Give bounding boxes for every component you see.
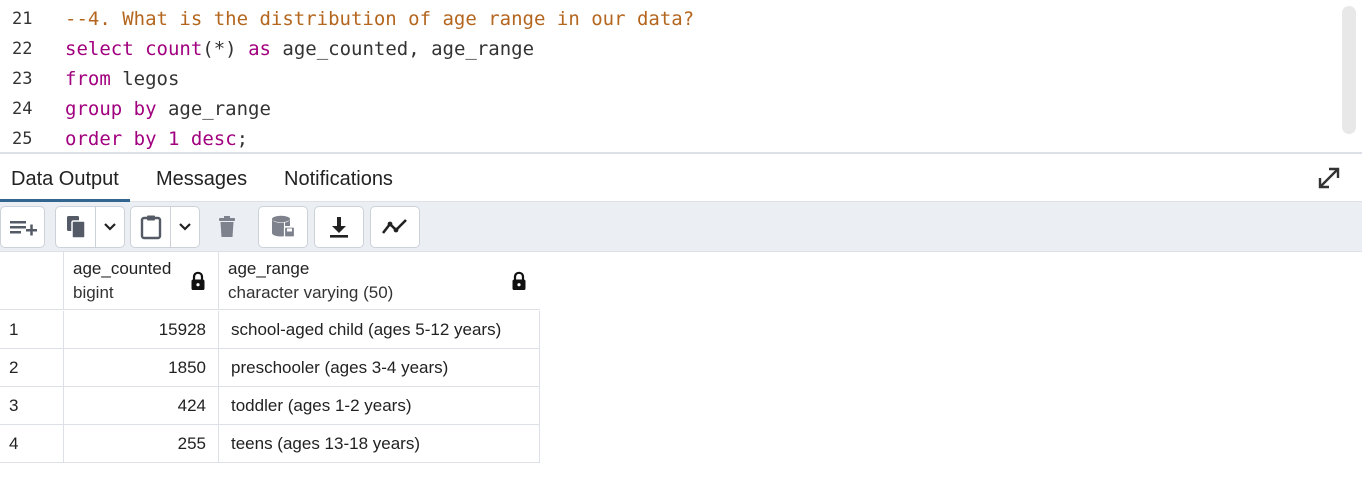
code-token: group by — [65, 98, 157, 120]
download-button[interactable] — [314, 206, 364, 248]
delete-icon — [219, 216, 235, 237]
code-token: 1 — [167, 128, 180, 150]
chevron-down-icon — [104, 223, 116, 231]
line-number: 23 — [12, 69, 33, 89]
lock-icon — [512, 271, 526, 290]
paste-options-dropdown[interactable] — [171, 207, 199, 247]
code-token: count — [145, 38, 203, 60]
tab-label: Messages — [156, 167, 248, 190]
code-line[interactable]: 24 group by age_range — [0, 94, 1330, 124]
code-token: (*) — [202, 38, 249, 60]
row-number[interactable]: 4 — [0, 425, 64, 462]
code-line[interactable]: 23 from legos — [0, 64, 1330, 94]
cell-age-range[interactable]: preschooler (ages 3-4 years) — [219, 349, 540, 386]
code-text[interactable]: from legos — [52, 68, 179, 90]
save-data-button[interactable] — [258, 206, 308, 248]
download-icon — [330, 217, 348, 238]
copy-button-group — [55, 206, 125, 248]
line-number: 22 — [12, 39, 33, 59]
column-header-age-range[interactable]: age_range character varying (50) — [219, 252, 540, 310]
expand-icon[interactable] — [1316, 165, 1342, 191]
table-row[interactable]: 4 255 teens (ages 13-18 years) — [0, 425, 540, 463]
editor-divider[interactable] — [0, 152, 1362, 154]
code-line[interactable]: 21 --4. What is the distribution of age … — [0, 4, 1330, 34]
code-text[interactable]: order by 1 desc; — [52, 128, 248, 150]
cell-age-range[interactable]: toddler (ages 1-2 years) — [219, 387, 540, 424]
output-tabs: Data Output Messages Notifications — [0, 156, 1362, 203]
cell-age-range[interactable]: school-aged child (ages 5-12 years) — [219, 311, 540, 348]
graph-icon — [381, 219, 407, 234]
table-row[interactable]: 3 424 toddler (ages 1-2 years) — [0, 387, 540, 425]
code-token: --4. What is the distribution of age ran… — [65, 8, 695, 30]
results-toolbar — [0, 202, 1362, 252]
code-token: desc — [190, 128, 237, 150]
row-number[interactable]: 2 — [0, 349, 64, 386]
code-token: as — [248, 38, 271, 60]
tab-notifications[interactable]: Notifications — [273, 156, 404, 202]
column-header-age-counted[interactable]: age_counted bigint — [64, 252, 219, 310]
copy-button[interactable] — [56, 207, 95, 247]
row-number[interactable]: 1 — [0, 311, 64, 348]
tab-label: Notifications — [284, 167, 393, 190]
row-number[interactable]: 3 — [0, 387, 64, 424]
paste-button-group — [130, 206, 200, 248]
chevron-down-icon — [179, 223, 191, 231]
line-number: 24 — [12, 99, 33, 119]
delete-button[interactable] — [206, 207, 248, 247]
column-type: character varying (50) — [228, 283, 394, 302]
cell-age-counted[interactable]: 15928 — [64, 311, 219, 348]
code-token: order by — [65, 128, 157, 150]
code-line[interactable]: 22 select count(*) as age_counted, age_r… — [0, 34, 1330, 64]
cell-age-counted[interactable]: 255 — [64, 425, 219, 462]
line-number: 25 — [12, 129, 33, 149]
code-text[interactable]: select count(*) as age_counted, age_rang… — [52, 38, 534, 60]
copy-options-dropdown[interactable] — [96, 207, 124, 247]
code-text[interactable]: --4. What is the distribution of age ran… — [52, 8, 694, 30]
code-token: legos — [110, 68, 180, 90]
column-type: bigint — [73, 283, 114, 302]
paste-icon — [140, 215, 161, 240]
save-data-icon — [272, 215, 296, 238]
code-token: ; — [236, 128, 249, 150]
column-name: age_counted — [73, 259, 172, 278]
code-token: age_counted, age_range — [270, 38, 535, 60]
code-token: select — [65, 38, 134, 60]
code-text[interactable]: group by age_range — [52, 98, 271, 120]
code-token: from — [65, 68, 111, 90]
tab-label: Data Output — [11, 167, 119, 190]
copy-icon — [66, 216, 86, 239]
table-row[interactable]: 2 1850 preschooler (ages 3-4 years) — [0, 349, 540, 387]
lock-icon — [191, 271, 205, 290]
code-token: age_range — [156, 98, 271, 120]
table-row[interactable]: 1 15928 school-aged child (ages 5-12 yea… — [0, 311, 540, 349]
cell-age-counted[interactable]: 424 — [64, 387, 219, 424]
cell-age-counted[interactable]: 1850 — [64, 349, 219, 386]
cell-age-range[interactable]: teens (ages 13-18 years) — [219, 425, 540, 462]
tab-messages[interactable]: Messages — [145, 156, 258, 202]
code-line[interactable]: 25 order by 1 desc; — [0, 124, 1330, 154]
line-number: 21 — [12, 9, 33, 29]
graph-visualiser-button[interactable] — [370, 206, 420, 248]
add-row-icon — [9, 221, 37, 236]
column-name: age_range — [228, 259, 310, 278]
add-row-button[interactable] — [0, 206, 45, 248]
editor-scrollbar[interactable] — [1342, 6, 1356, 134]
row-number-header[interactable] — [0, 252, 64, 310]
query-editor[interactable]: 21 --4. What is the distribution of age … — [0, 0, 1362, 154]
tab-data-output[interactable]: Data Output — [0, 156, 130, 203]
paste-button[interactable] — [131, 207, 170, 247]
